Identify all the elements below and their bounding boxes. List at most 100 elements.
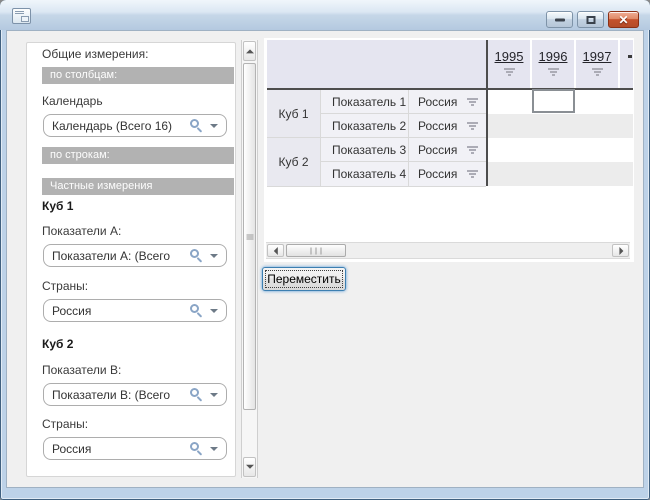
vertical-scroll-thumb[interactable] (243, 63, 256, 410)
country-cell[interactable]: Россия (408, 114, 486, 137)
search-icon (190, 442, 199, 451)
row-group-label: Куб 2 (278, 155, 308, 169)
filter-icon[interactable] (467, 122, 478, 131)
chevron-down-icon (210, 393, 218, 397)
scroll-left-button[interactable] (267, 244, 284, 257)
sidebar-vertical-scrollbar[interactable] (241, 40, 258, 478)
data-row[interactable] (488, 162, 633, 186)
scroll-down-button[interactable] (243, 457, 256, 477)
indicator-cell[interactable]: Показатель 4 (320, 162, 408, 186)
country-cell[interactable]: Россия (408, 138, 486, 161)
search-icon (190, 304, 199, 313)
search-icon (190, 119, 199, 128)
column-header-1996[interactable]: 1996 (532, 40, 574, 88)
maximize-button[interactable] (577, 11, 604, 28)
country-cell[interactable]: Россия (408, 162, 486, 186)
row-group-cube1[interactable]: Куб 1 (267, 90, 320, 137)
indicator-cell[interactable]: Показатель 3 (320, 138, 408, 161)
scroll-up-button[interactable] (243, 41, 256, 61)
cube2-indicators-combo[interactable]: Показатели B: (Всего (43, 383, 227, 406)
gridline (267, 186, 486, 187)
cube1-countries-combo-value: Россия (52, 304, 182, 318)
indicator-label: Показатель 3 (332, 143, 406, 157)
calendar-label: Календарь (42, 94, 103, 108)
scroll-down-icon (246, 465, 254, 469)
filter-icon[interactable] (467, 170, 478, 179)
cube1-countries-label: Страны: (42, 279, 88, 293)
cube2-countries-combo[interactable]: Россия (43, 437, 227, 460)
chevron-down-icon (210, 309, 218, 313)
cube2-countries-combo-value: Россия (52, 442, 182, 456)
cube2-indicators-label: Показатели B: (42, 363, 121, 377)
calendar-combo-value: Календарь (Всего 16) (52, 119, 182, 133)
title-bar[interactable]: ✕ (0, 0, 650, 30)
data-row[interactable] (488, 114, 633, 138)
close-icon: ✕ (618, 14, 628, 26)
close-button[interactable]: ✕ (608, 11, 639, 28)
grid-horizontal-scrollbar[interactable] (266, 242, 630, 259)
scroll-right-button[interactable] (612, 244, 629, 257)
gridline (267, 137, 486, 138)
column-separator (618, 40, 620, 88)
scroll-right-icon (619, 247, 623, 255)
gridline (320, 161, 486, 162)
by-rows-section-header: по строкам: (42, 147, 234, 164)
row-group-cube2[interactable]: Куб 2 (267, 138, 320, 186)
maximize-icon (586, 16, 595, 24)
filter-icon[interactable] (467, 146, 478, 155)
country-label: Россия (418, 95, 457, 109)
indicator-cell[interactable]: Показатель 1 (320, 90, 408, 113)
focus-outline (265, 270, 343, 288)
indicator-cell[interactable]: Показатель 2 (320, 114, 408, 137)
column-header-1995[interactable]: 1995 (488, 40, 530, 88)
cube1-indicators-combo[interactable]: Показатели A: (Всего (43, 244, 227, 267)
cube2-countries-label: Страны: (42, 417, 88, 431)
cube1-indicators-label: Показатели A: (42, 224, 121, 238)
chevron-down-icon (210, 254, 218, 258)
country-label: Россия (418, 119, 457, 133)
cube1-title: Куб 1 (42, 199, 73, 213)
column-header-label[interactable]: 1996 (532, 49, 574, 64)
gridline (320, 90, 321, 186)
indicator-label: Показатель 1 (332, 95, 406, 109)
minimize-button[interactable] (546, 11, 573, 28)
indicator-label: Показатель 2 (332, 119, 406, 133)
indicator-label: Показатель 4 (332, 167, 406, 181)
private-dimensions-section-header: Частные измерения (42, 178, 234, 195)
country-cell[interactable]: Россия (408, 90, 486, 113)
truncated-next-column-mark (628, 55, 632, 58)
minimize-icon (555, 18, 565, 21)
data-row[interactable] (488, 138, 633, 162)
gridline (408, 90, 409, 186)
calendar-combo[interactable]: Календарь (Всего 16) (43, 114, 227, 137)
app-icon[interactable] (12, 8, 31, 24)
move-button[interactable]: Переместить (262, 267, 346, 291)
column-header-label[interactable]: 1995 (488, 49, 530, 64)
by-columns-section-header: по столбцам: (42, 67, 234, 84)
cube2-indicators-combo-value: Показатели B: (Всего (52, 388, 182, 402)
cube1-indicators-combo-value: Показатели A: (Всего (52, 249, 182, 263)
filter-icon[interactable] (548, 68, 559, 77)
filter-icon[interactable] (592, 68, 603, 77)
horizontal-scroll-thumb[interactable] (286, 244, 346, 257)
chevron-down-icon (210, 124, 218, 128)
column-header-1997[interactable]: 1997 (576, 40, 618, 88)
app-icon-lines (15, 11, 24, 12)
scroll-thumb-grip (246, 233, 253, 240)
filter-icon[interactable] (504, 68, 515, 77)
cube1-countries-combo[interactable]: Россия (43, 299, 227, 322)
country-label: Россия (418, 167, 457, 181)
row-group-label: Куб 1 (278, 107, 308, 121)
app-icon-box (21, 16, 29, 22)
filter-icon[interactable] (467, 98, 478, 107)
application-window: ✕ Общие измерения: по столбцам: Календар… (0, 0, 650, 500)
country-label: Россия (418, 143, 457, 157)
search-icon (190, 388, 199, 397)
gridline (320, 113, 486, 114)
cube2-title: Куб 2 (42, 337, 73, 351)
scroll-up-icon (246, 49, 254, 53)
focused-cell[interactable] (532, 89, 575, 113)
column-header-label[interactable]: 1997 (576, 49, 618, 64)
scroll-thumb-grip (309, 247, 324, 254)
scroll-left-icon (273, 247, 277, 255)
